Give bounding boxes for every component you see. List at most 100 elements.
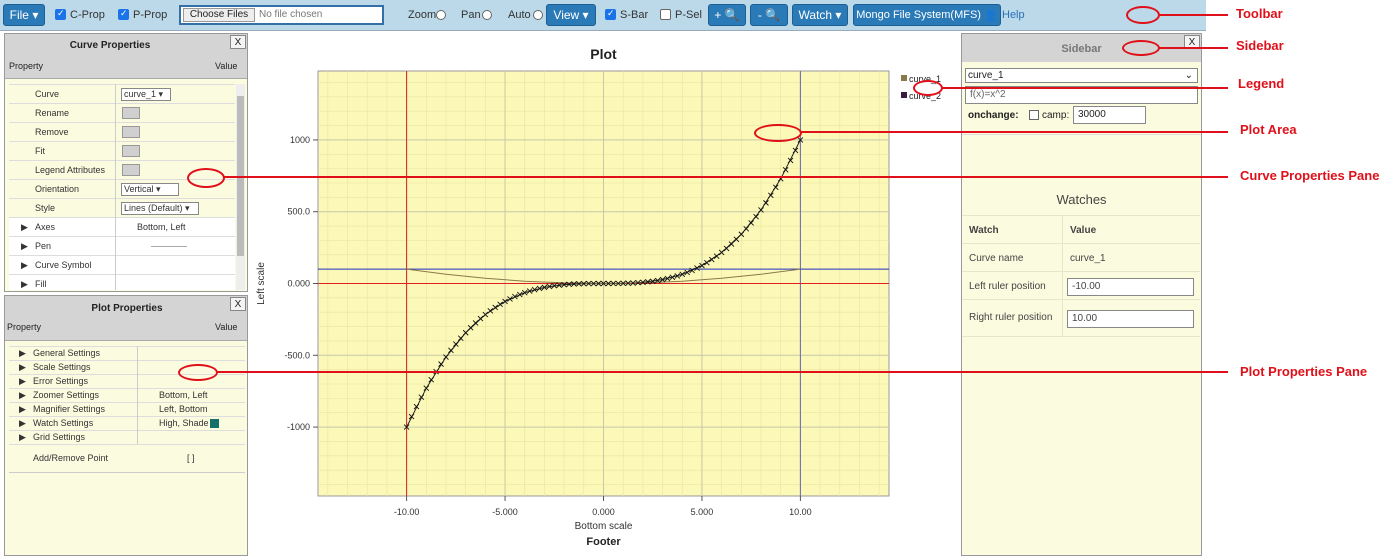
axes-row[interactable]: ▶ Axes Bottom, Left — [9, 217, 235, 236]
curve-pane-header: Curve Properties X Property Value — [5, 34, 247, 79]
cprop-checkbox[interactable] — [55, 8, 66, 20]
zoomer-settings-row[interactable]: ▶ Zoomer Settings Bottom, Left — [9, 388, 245, 402]
curve-row: Curve curve_1 ▾ — [9, 84, 235, 103]
sbar-checkbox[interactable] — [605, 8, 616, 20]
curve-select-value: curve_1 — [124, 89, 157, 99]
plot-pane-title: Plot Properties — [91, 303, 163, 314]
plot-pane-close-button[interactable]: X — [230, 297, 246, 311]
chevron-down-icon: ⌄ — [1184, 70, 1193, 81]
pen-row[interactable]: ▶ Pen — [9, 236, 235, 255]
choose-files-button[interactable]: Choose Files — [183, 8, 255, 22]
divider — [962, 134, 1201, 135]
x-tick-label: 0.000 — [592, 507, 615, 517]
expand-icon: ▶ — [19, 348, 26, 358]
magnifier-settings-row[interactable]: ▶ Magnifier Settings Left, Bottom — [9, 402, 245, 416]
watch-left-ruler-label: Left ruler position — [969, 281, 1046, 292]
watch-curve-name-label: Curve name — [969, 253, 1024, 264]
mfs-label: Mongo File System(MFS) — [856, 9, 981, 21]
expand-icon: ▶ — [19, 390, 26, 400]
column-divider — [1062, 215, 1063, 337]
expand-icon: ▶ — [19, 362, 26, 372]
toolbar-pointer — [1159, 14, 1228, 16]
curve-pane-close-button[interactable]: X — [230, 35, 246, 49]
shade-color-swatch[interactable] — [210, 419, 219, 428]
pen-line-preview — [151, 246, 187, 247]
expand-icon: ▶ — [19, 418, 26, 428]
plot-col-property: Property — [7, 322, 42, 332]
toolbar-annotation: Toolbar — [1236, 6, 1283, 21]
fill-row[interactable]: ▶ Fill — [9, 274, 235, 290]
expand-icon: ▶ — [21, 279, 28, 289]
plot-pane-pointer — [217, 371, 1228, 373]
plot-svg[interactable]: -10.00 -5.000 0.000 5.000 10.00 1000 500.0 0.00… — [252, 33, 958, 556]
style-label: Style — [35, 203, 56, 213]
curve-col-value: Value — [215, 61, 238, 71]
rename-button[interactable] — [122, 107, 140, 119]
style-select[interactable]: Lines (Default) ▾ — [121, 202, 199, 215]
expand-icon: ▶ — [19, 432, 26, 442]
watch-menu-button[interactable]: Watch ▾ — [792, 4, 848, 26]
remove-label: Remove — [35, 127, 69, 137]
expand-icon: ▶ — [21, 241, 28, 251]
zoom-label: Zoom — [408, 9, 437, 21]
zoom-out-button[interactable]: - 🔍 — [750, 4, 788, 26]
orientation-select[interactable]: Vertical ▾ — [121, 183, 179, 196]
watch-settings-row[interactable]: ▶ Watch Settings High, Shade — [9, 416, 245, 430]
expand-icon: ▶ — [21, 222, 28, 232]
onchange-checkbox[interactable] — [1029, 110, 1039, 120]
fit-row: Fit — [9, 141, 235, 160]
zoom-in-button[interactable]: + 🔍 — [708, 4, 746, 26]
help-link[interactable]: Help — [1002, 9, 1025, 21]
plot-area-pointer — [800, 131, 1228, 133]
curve-symbol-row[interactable]: ▶ Curve Symbol — [9, 255, 235, 274]
legend-swatch — [901, 92, 907, 98]
mfs-button[interactable]: Mongo File System(MFS) 👤 — [853, 4, 1001, 26]
remove-button[interactable] — [122, 126, 140, 138]
zoom-in-label: + — [714, 8, 722, 22]
file-label: File — [9, 8, 29, 22]
view-menu-button[interactable]: View ▾ — [546, 4, 596, 26]
file-chooser[interactable]: Choose Files No file chosen — [179, 5, 384, 25]
psel-checkbox[interactable] — [660, 9, 671, 20]
grid-settings-row[interactable]: ▶ Grid Settings — [9, 430, 245, 444]
pprop-checkbox[interactable] — [118, 8, 129, 20]
left-ruler-input[interactable]: -10.00 — [1067, 278, 1194, 296]
fill-label: Fill — [35, 279, 47, 289]
rename-row: Rename — [9, 103, 235, 122]
right-ruler-input[interactable]: 10.00 — [1067, 310, 1194, 328]
sidebar-pointer — [1159, 47, 1228, 49]
pan-radio[interactable] — [482, 10, 492, 20]
plot-pane-annotation: Plot Properties Pane — [1240, 364, 1368, 379]
watch-settings-value: High, Shade — [159, 418, 209, 428]
fit-button[interactable] — [122, 145, 140, 157]
legend-pointer — [942, 87, 1228, 89]
curve-select[interactable]: curve_1 ▾ — [121, 88, 171, 101]
curve-pane-pointer — [224, 176, 1228, 178]
axes-value: Bottom, Left — [137, 222, 186, 232]
add-remove-point-checkbox[interactable]: [ ] — [187, 453, 195, 463]
camp-input[interactable]: 30000 — [1073, 106, 1146, 124]
watch-col-header: Watch — [969, 225, 999, 236]
curve-pane-scrollbar[interactable] — [236, 84, 245, 290]
watch-right-ruler-label: Right ruler position — [969, 312, 1053, 323]
pan-label: Pan — [461, 9, 481, 21]
cprop-label: C-Prop — [70, 9, 105, 21]
plot-area-highlight — [754, 124, 802, 142]
sidebar-curve-select[interactable]: curve_1 ⌄ — [965, 68, 1198, 83]
plot-area-annotation: Plot Area — [1240, 122, 1297, 137]
style-row: Style Lines (Default) ▾ — [9, 198, 235, 217]
zoom-radio[interactable] — [436, 10, 446, 20]
file-menu-button[interactable]: File ▾ — [3, 4, 45, 26]
auto-radio[interactable] — [533, 10, 543, 20]
scale-settings-label: Scale Settings — [33, 362, 91, 372]
pen-label: Pen — [35, 241, 52, 251]
psel-label: P-Sel — [675, 9, 702, 21]
pprop-label: P-Prop — [133, 9, 168, 21]
watch-table-header: Watch Value — [962, 215, 1200, 243]
remove-row: Remove — [9, 122, 235, 141]
legend-attributes-button[interactable] — [122, 164, 140, 176]
add-remove-point-row[interactable]: Add/Remove Point [ ] — [9, 444, 245, 472]
zoomer-settings-label: Zoomer Settings — [33, 390, 100, 400]
general-settings-row[interactable]: ▶ General Settings — [9, 346, 245, 360]
expand-icon: ▶ — [19, 376, 26, 386]
